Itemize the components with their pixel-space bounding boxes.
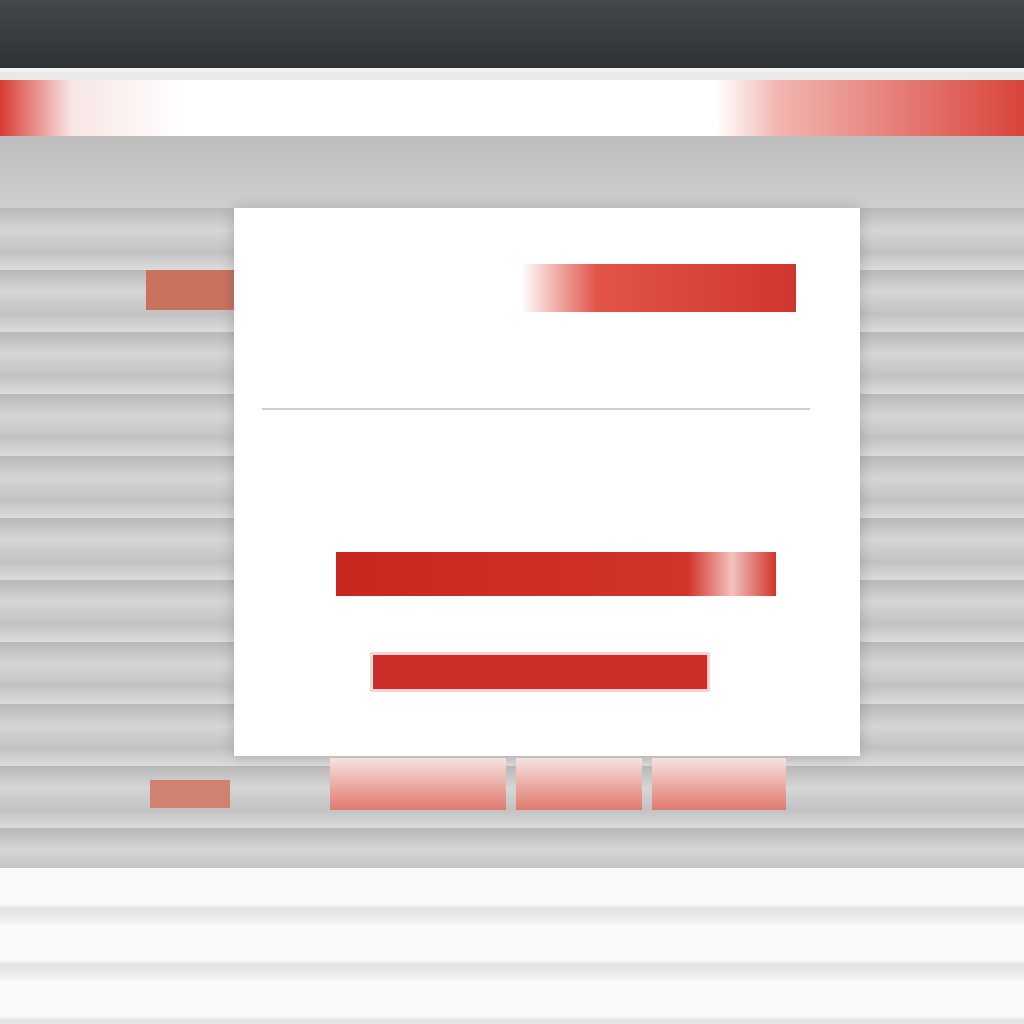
left-row-accent: [146, 270, 238, 310]
dialog-title: [352, 264, 796, 312]
bottom-tab-3[interactable]: [652, 758, 786, 810]
top-header-bar: [0, 0, 1024, 72]
page-footer: [0, 868, 1024, 1024]
bottom-tab-2[interactable]: [516, 758, 642, 810]
secondary-action-button[interactable]: [370, 652, 710, 692]
dialog-divider: [262, 408, 810, 410]
modal-dialog: [234, 208, 860, 756]
bottom-tab-1[interactable]: [330, 758, 506, 810]
primary-action-button[interactable]: [336, 552, 776, 596]
left-badge: [150, 780, 230, 808]
left-column-overlay: [146, 210, 238, 850]
left-row: [146, 210, 238, 250]
bottom-tab-strip: [330, 758, 800, 810]
sub-header-bar: [0, 136, 1024, 208]
navigation-bar: [0, 80, 1024, 136]
